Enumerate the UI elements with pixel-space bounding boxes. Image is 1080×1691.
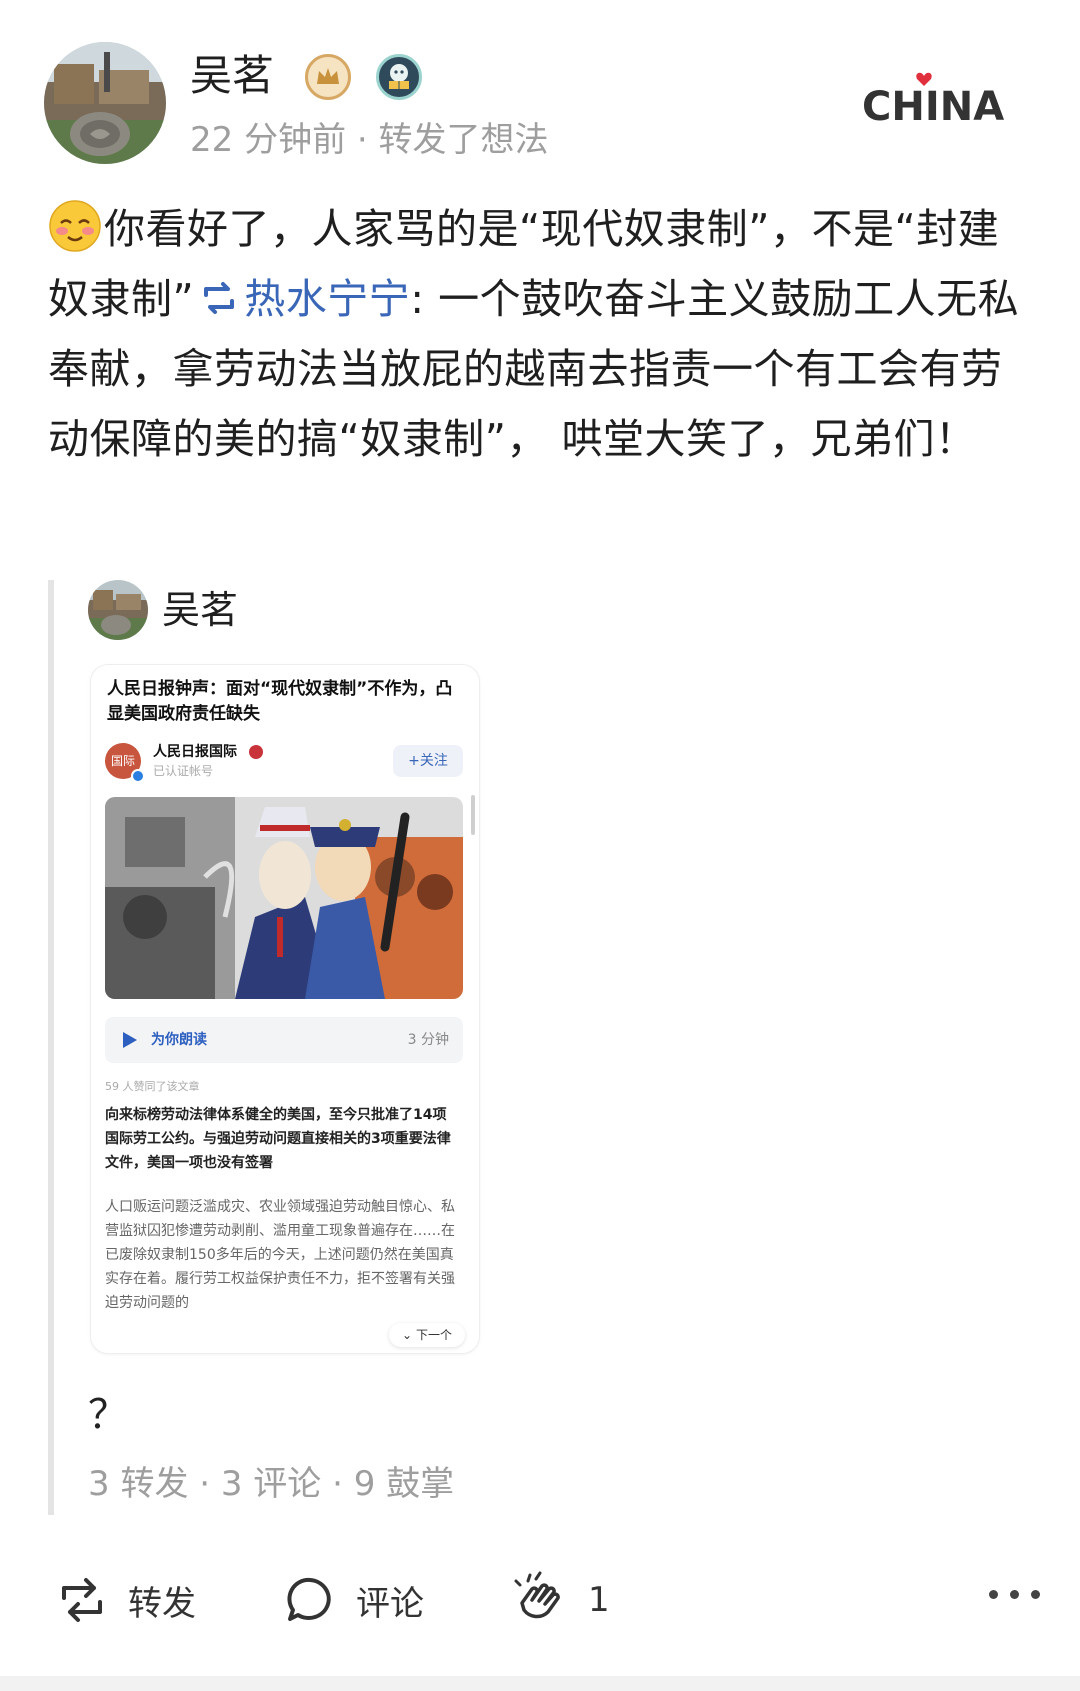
verified-check-icon bbox=[131, 769, 145, 783]
article-body: 人口贩运问题泛滥成灾、农业领域强迫劳动触目惊心、私营监狱囚犯惨遭劳动剥削、滥用童… bbox=[105, 1199, 455, 1311]
listen-duration: 3 分钟 bbox=[407, 1032, 449, 1048]
article-title: 人民日报钟声：面对“现代奴隶制”不作为，凸显美国政府责任缺失 bbox=[107, 679, 453, 724]
listen-label: 为你朗读 bbox=[151, 1032, 207, 1048]
article-lead: 向来标榜劳动法律体系健全的美国，至今只批准了14项国际劳工公约。与强迫劳动问题直… bbox=[105, 1107, 451, 1171]
repost-button[interactable]: 转发 bbox=[54, 1570, 196, 1630]
double-chevron-down-icon: ⌄ bbox=[402, 1328, 413, 1342]
action-bar: 转发 评论 1 bbox=[0, 1560, 1080, 1640]
repost-label: 转发 bbox=[128, 1583, 196, 1624]
clap-count: 1 bbox=[588, 1580, 610, 1620]
bottom-divider bbox=[0, 1676, 1080, 1691]
reading-badge-icon[interactable] bbox=[376, 54, 422, 100]
comment-label: 评论 bbox=[356, 1583, 424, 1624]
quoted-stats[interactable]: 3 转发 · 3 评论 · 9 鼓掌 bbox=[88, 1462, 454, 1506]
next-label: 下一个 bbox=[415, 1328, 452, 1342]
quoted-comment: ？ bbox=[88, 1392, 128, 1438]
clap-button[interactable]: 1 bbox=[508, 1570, 610, 1630]
account-verified-label: 已认证帐号 bbox=[153, 764, 214, 778]
author-avatar[interactable] bbox=[44, 42, 166, 164]
post-body: 你看好了，人家骂的是“现代奴隶制”，不是“封建奴隶制” 热水宁宁: 一个鼓吹奋斗… bbox=[48, 194, 1038, 474]
china-brand-logo: CHINA bbox=[860, 62, 1010, 132]
post-meta: 22 分钟前 · 转发了想法 bbox=[190, 120, 549, 160]
follow-button: +关注 bbox=[393, 745, 463, 777]
author-name[interactable]: 吴茗 bbox=[190, 50, 274, 102]
article-cartoon-image bbox=[105, 797, 463, 999]
repost-arrows-icon bbox=[196, 272, 242, 318]
more-dots-icon[interactable] bbox=[989, 1590, 1040, 1599]
svg-text:CHINA: CHINA bbox=[862, 84, 1004, 130]
repost-user-link[interactable]: 热水宁宁 bbox=[244, 275, 410, 323]
speech-bubble-icon bbox=[287, 1577, 331, 1621]
account-name: 人民日报国际 bbox=[153, 744, 237, 760]
quoted-author-name[interactable]: 吴茗 bbox=[162, 586, 238, 634]
article-screenshot[interactable]: 人民日报钟声：面对“现代奴隶制”不作为，凸显美国政府责任缺失 国际 人民日报国际… bbox=[90, 664, 480, 1354]
post-header: 吴茗 22 分钟前 · 转发了想法 CHINA bbox=[0, 0, 1080, 180]
next-article-button: ⌄ 下一个 bbox=[389, 1323, 465, 1347]
screenshot-scrollbar bbox=[471, 795, 475, 835]
clapping-hands-icon bbox=[514, 1571, 560, 1619]
quoted-post[interactable]: 吴茗 人民日报钟声：面对“现代奴隶制”不作为，凸显美国政府责任缺失 国际 人民日… bbox=[48, 580, 1038, 1515]
repost-arrows-icon bbox=[62, 1578, 102, 1622]
quoted-author-avatar[interactable] bbox=[88, 580, 148, 640]
article-likes: 59 人赞同了该文章 bbox=[105, 1080, 200, 1093]
crown-badge-icon[interactable] bbox=[305, 54, 351, 100]
comment-button[interactable]: 评论 bbox=[282, 1570, 424, 1630]
listen-bar: 为你朗读 3 分钟 bbox=[105, 1017, 463, 1063]
account-badge-icon bbox=[249, 745, 263, 759]
play-icon bbox=[123, 1032, 137, 1048]
blushing-face-icon bbox=[48, 199, 102, 253]
